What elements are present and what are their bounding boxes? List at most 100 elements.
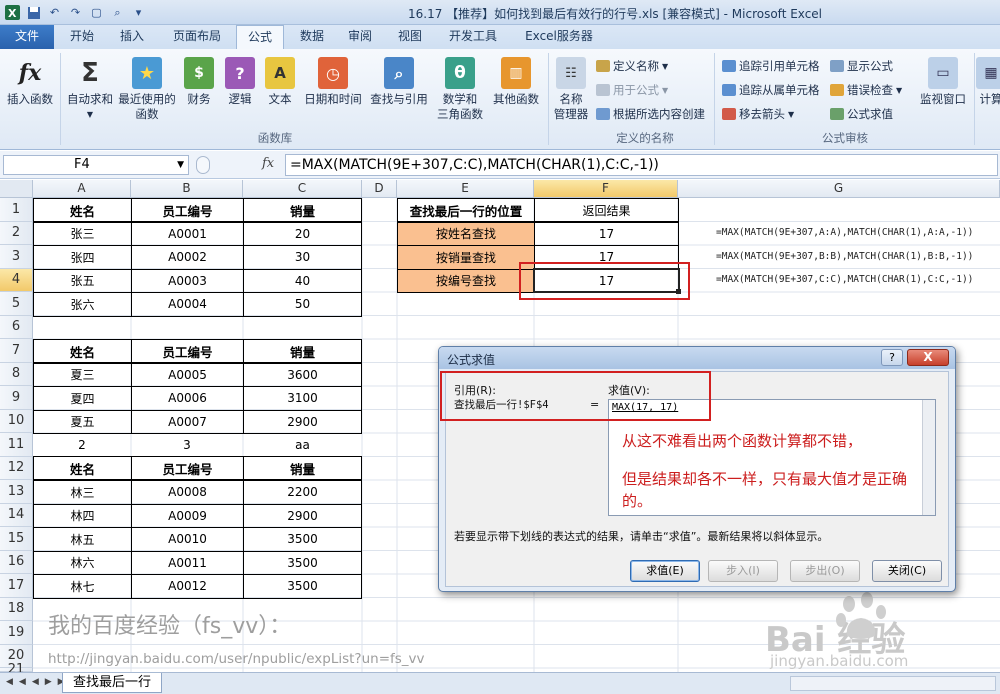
row-header-7[interactable]: 7 — [0, 339, 33, 363]
lookup-header-position[interactable]: 查找最后一行的位置 — [397, 198, 535, 222]
table1-cell[interactable]: A0003 — [131, 268, 244, 293]
table3-cell[interactable]: 3500 — [243, 574, 362, 599]
watch-window-button[interactable]: ▭ 监视窗口 — [916, 57, 970, 107]
math-trig-button[interactable]: θ 数学和 三角函数 — [434, 57, 486, 122]
row-header-14[interactable]: 14 — [0, 503, 33, 527]
help-button[interactable]: ? — [881, 349, 903, 366]
autosum-button[interactable]: Σ 自动求和 ▼ — [64, 57, 116, 122]
table3-cell[interactable]: 3500 — [243, 527, 362, 552]
lookup-method-label[interactable]: 按姓名查找 — [397, 221, 535, 246]
row-header-4[interactable]: 4 — [0, 268, 33, 292]
row-header-18[interactable]: 18 — [0, 597, 33, 621]
select-all-corner[interactable] — [0, 180, 33, 198]
table2-cell[interactable]: 2900 — [243, 409, 362, 434]
tab-excel-server[interactable]: Excel服务器 — [518, 25, 600, 49]
row-header-11[interactable]: 11 — [0, 433, 33, 457]
text-button[interactable]: A 文本 — [262, 57, 298, 107]
table2-cell[interactable]: 3100 — [243, 386, 362, 411]
table3-header-name[interactable]: 姓名 — [33, 456, 132, 480]
create-from-selection-button[interactable]: 根据所选内容创建 — [596, 106, 705, 122]
row-header-1[interactable]: 1 — [0, 198, 33, 222]
financial-button[interactable]: $ 财务 — [180, 57, 218, 107]
table1-cell[interactable]: 30 — [243, 245, 362, 270]
logical-button[interactable]: ? 逻辑 — [222, 57, 258, 107]
remove-arrows-button[interactable]: 移去箭头 ▼ — [722, 106, 794, 122]
column-header-g[interactable]: G — [678, 180, 1000, 198]
table3-cell[interactable]: A0008 — [131, 480, 244, 505]
table3-cell[interactable]: 林四 — [33, 503, 132, 528]
dialog-title-bar[interactable]: 公式求值 ? X — [439, 347, 955, 369]
tab-page-layout[interactable]: 页面布局 — [166, 25, 228, 49]
calculation-button[interactable]: ▦ 计算 — [976, 57, 1000, 107]
table2-cell[interactable]: 夏五 — [33, 409, 132, 434]
tab-developer[interactable]: 开发工具 — [440, 25, 506, 49]
column-header-d[interactable]: D — [362, 180, 397, 198]
row-header-16[interactable]: 16 — [0, 550, 33, 574]
column-header-f[interactable]: F — [534, 180, 678, 198]
more-functions-button[interactable]: ▥ 其他函数 — [488, 57, 544, 107]
insert-function-button[interactable]: fx 插入函数 — [4, 57, 56, 107]
name-box[interactable]: F4 ▼ — [3, 155, 189, 175]
tab-insert[interactable]: 插入 — [112, 25, 152, 49]
table1-cell[interactable]: 张四 — [33, 245, 132, 270]
table2-cell[interactable]: 夏三 — [33, 362, 132, 387]
row-header-8[interactable]: 8 — [0, 362, 33, 386]
table3-cell[interactable]: A0009 — [131, 503, 244, 528]
dropdown-arrow-icon[interactable]: ▼ — [177, 156, 184, 174]
table1-cell[interactable]: 张五 — [33, 268, 132, 293]
cell-c11[interactable]: aa — [243, 433, 362, 456]
table3-cell[interactable]: 林三 — [33, 480, 132, 505]
table1-cell[interactable]: 50 — [243, 292, 362, 317]
table3-header-id[interactable]: 员工编号 — [131, 456, 244, 480]
table3-cell[interactable]: 3500 — [243, 550, 362, 575]
close-button[interactable]: 关闭(C) — [872, 560, 942, 582]
evaluation-scrollbar[interactable] — [922, 400, 935, 515]
lookup-method-label[interactable]: 按销量查找 — [397, 245, 535, 270]
tab-review[interactable]: 审阅 — [340, 25, 380, 49]
recent-functions-button[interactable]: ★ 最近使用的 函数 — [116, 57, 178, 122]
step-in-button[interactable]: 步入(I) — [708, 560, 778, 582]
column-header-e[interactable]: E — [397, 180, 534, 198]
table1-cell[interactable]: A0002 — [131, 245, 244, 270]
table2-header-sales[interactable]: 销量 — [243, 339, 362, 363]
name-manager-button[interactable]: ☷ 名称 管理器 — [550, 57, 592, 122]
table3-cell[interactable]: A0010 — [131, 527, 244, 552]
lookup-button[interactable]: ⌕ 查找与引用 — [366, 57, 432, 107]
table1-cell[interactable]: 40 — [243, 268, 362, 293]
error-checking-button[interactable]: 错误检查 ▼ — [830, 82, 902, 98]
tab-home[interactable]: 开始 — [62, 25, 102, 49]
row-header-3[interactable]: 3 — [0, 245, 33, 269]
table3-cell[interactable]: A0011 — [131, 550, 244, 575]
datetime-button[interactable]: ◷ 日期和时间 — [302, 57, 364, 107]
table1-header-id[interactable]: 员工编号 — [131, 198, 244, 222]
sheet-tab-active[interactable]: 查找最后一行 — [62, 673, 163, 693]
table1-cell[interactable]: 张六 — [33, 292, 132, 317]
row-header-10[interactable]: 10 — [0, 409, 33, 433]
lookup-result-value[interactable]: 17 — [534, 221, 679, 246]
row-header-19[interactable]: 19 — [0, 621, 33, 645]
fx-icon[interactable]: fx — [262, 156, 274, 171]
tab-view[interactable]: 视图 — [390, 25, 430, 49]
table1-cell[interactable]: A0001 — [131, 221, 244, 246]
tab-formulas[interactable]: 公式 — [236, 25, 284, 50]
table3-cell[interactable]: 2900 — [243, 503, 362, 528]
table2-cell[interactable]: 3600 — [243, 362, 362, 387]
row-header-12[interactable]: 12 — [0, 456, 33, 480]
table1-header-name[interactable]: 姓名 — [33, 198, 132, 222]
use-in-formula-button[interactable]: 用于公式 ▼ — [596, 82, 668, 98]
table1-cell[interactable]: A0004 — [131, 292, 244, 317]
row-header-15[interactable]: 15 — [0, 527, 33, 551]
tab-data[interactable]: 数据 — [292, 25, 332, 49]
column-header-a[interactable]: A — [33, 180, 131, 198]
table1-header-sales[interactable]: 销量 — [243, 198, 362, 222]
step-out-button[interactable]: 步出(O) — [790, 560, 860, 582]
table3-cell[interactable]: 2200 — [243, 480, 362, 505]
row-header-6[interactable]: 6 — [0, 315, 33, 339]
cell-b11[interactable]: 3 — [131, 433, 243, 456]
table1-cell[interactable]: 20 — [243, 221, 362, 246]
lookup-header-result[interactable]: 返回结果 — [534, 198, 679, 222]
table2-header-id[interactable]: 员工编号 — [131, 339, 244, 363]
table2-cell[interactable]: 夏四 — [33, 386, 132, 411]
table2-header-name[interactable]: 姓名 — [33, 339, 132, 363]
row-header-17[interactable]: 17 — [0, 574, 33, 598]
